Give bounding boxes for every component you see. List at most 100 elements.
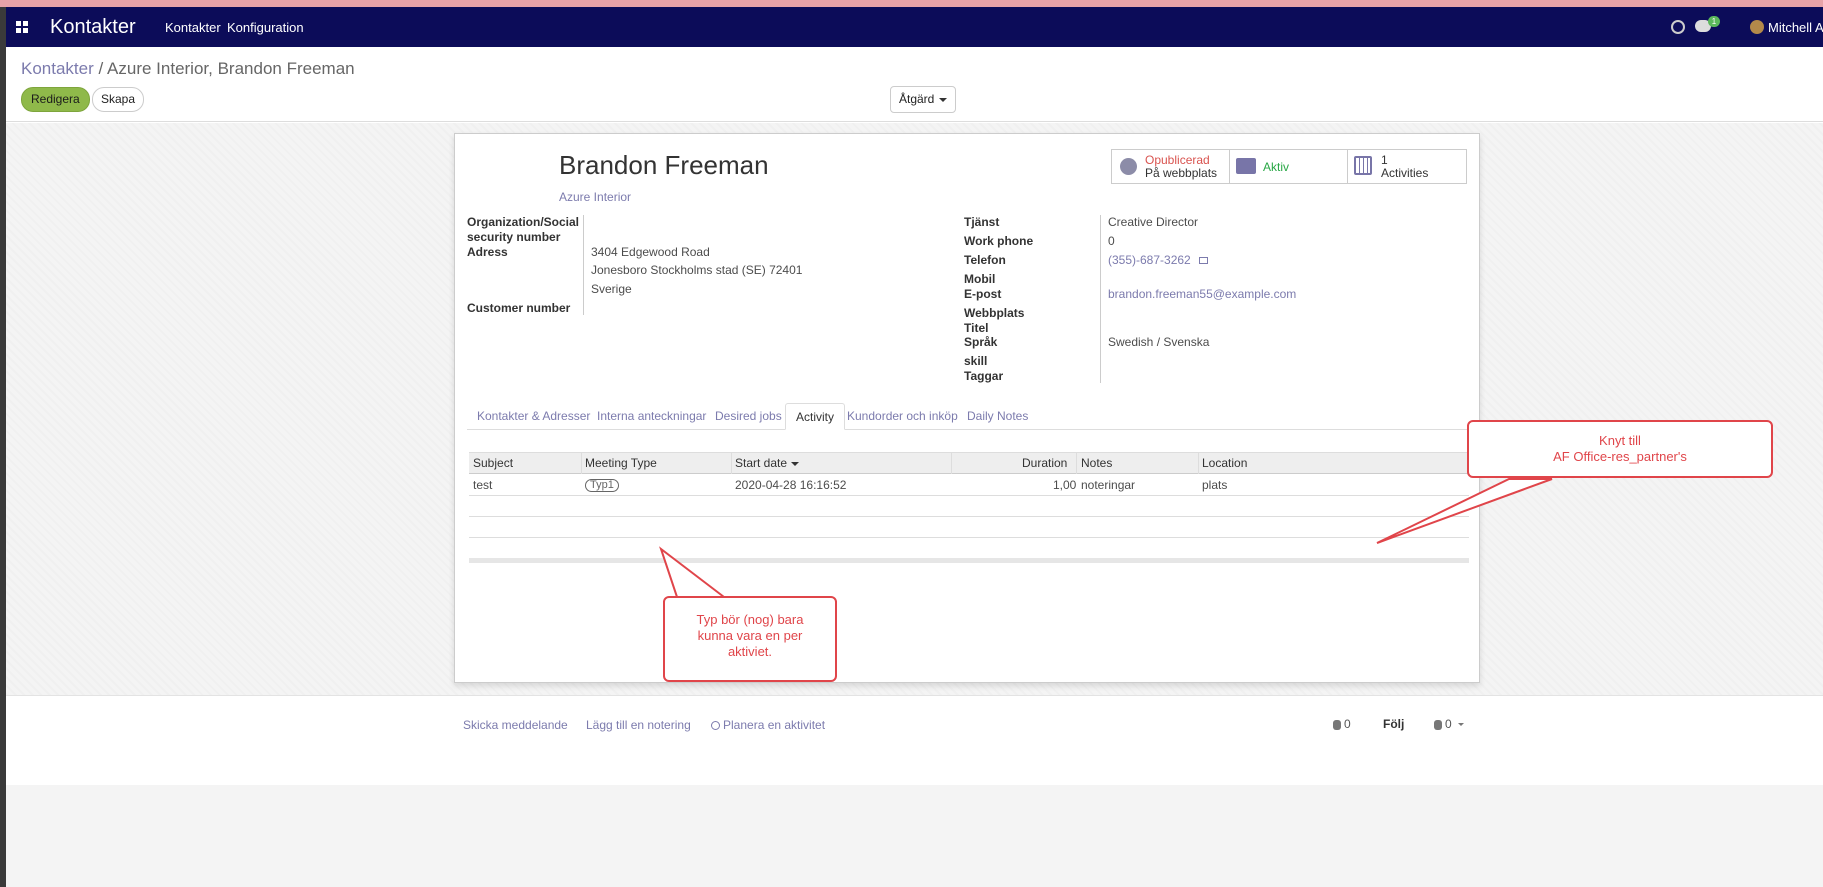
mobile-label: Mobil	[964, 272, 996, 286]
meeting-type-tag: Typ1	[585, 479, 619, 492]
globe-icon	[1120, 158, 1137, 175]
table-row-empty	[469, 496, 1469, 517]
column-start-date-label: Start date	[735, 456, 788, 470]
chatter-messages-area	[6, 785, 1823, 887]
action-dropdown[interactable]: Åtgärd	[890, 86, 957, 113]
active-toggle-button[interactable]: Aktiv	[1230, 150, 1348, 183]
cell-start-date: 2020-04-28 16:16:52	[735, 478, 847, 492]
callout-link-line1: Knyt till	[1599, 433, 1641, 448]
activities-label: Activities	[1381, 166, 1429, 180]
column-divider	[1076, 453, 1077, 474]
edit-button[interactable]: Redigera	[21, 87, 90, 112]
company-link[interactable]: Azure Interior	[559, 190, 631, 204]
callout-type-line3: aktiviet.	[727, 644, 773, 659]
form-sheet: Brandon Freeman Azure Interior Opublicer…	[454, 133, 1480, 683]
activity-clock-icon[interactable]	[1671, 20, 1685, 34]
sms-envelope-icon[interactable]	[1198, 257, 1208, 265]
table-footer	[469, 558, 1469, 563]
title-label: Titel	[964, 321, 989, 335]
create-button[interactable]: Skapa	[92, 87, 145, 112]
column-divider	[951, 453, 952, 474]
schedule-activity-button[interactable]: Planera en aktivitet	[711, 718, 825, 732]
action-label: Åtgärd	[899, 92, 935, 106]
user-avatar[interactable]	[1750, 20, 1764, 34]
schedule-activity-label: Planera en aktivitet	[723, 718, 826, 732]
website-label: På webbplats	[1145, 166, 1218, 180]
browser-top-strip	[0, 0, 1823, 7]
address-street: 3404 Edgewood Road	[591, 245, 710, 259]
callout-link-line2: AF Office-res_partner's	[1553, 449, 1687, 464]
control-panel: Kontakter / Azure Interior, Brandon Free…	[6, 47, 1823, 122]
caret-down-icon	[939, 97, 948, 102]
caret-down-icon	[1457, 723, 1464, 727]
job-label: Tjänst	[964, 215, 1000, 229]
followers-button[interactable]: 0	[1434, 717, 1464, 731]
address-country: Sverige	[591, 282, 632, 296]
tab-desired-jobs[interactable]: Desired jobs	[705, 403, 792, 430]
column-location[interactable]: Location	[1202, 456, 1247, 471]
partner-name: Brandon Freeman	[559, 150, 769, 180]
stat-button-box: Opublicerad På webbplats Aktiv 1 Activit…	[1111, 149, 1467, 184]
activity-table-header: Subject Meeting Type Start date Duration…	[469, 452, 1469, 474]
customer-number-label: Customer number	[467, 301, 571, 315]
callout-type-line2: kunna vara en per	[697, 628, 803, 643]
followers-count: 0	[1445, 717, 1452, 731]
column-duration[interactable]: Duration	[1022, 456, 1067, 471]
table-row-empty	[469, 517, 1469, 538]
tab-kontakter-adresser[interactable]: Kontakter & Adresser	[467, 403, 600, 430]
tab-interna-anteckningar[interactable]: Interna anteckningar	[587, 403, 716, 430]
tags-label: Taggar	[964, 369, 1004, 383]
website-publish-button[interactable]: Opublicerad På webbplats	[1112, 150, 1230, 183]
table-row[interactable]: test Typ1 2020-04-28 16:16:52 1,00 noter…	[469, 475, 1469, 496]
apps-menu-icon[interactable]	[16, 21, 28, 33]
messages-badge: 1	[1708, 16, 1720, 27]
breadcrumb: Kontakter / Azure Interior, Brandon Free…	[21, 59, 355, 79]
cell-duration: 1,00	[1053, 478, 1077, 492]
breadcrumb-current: Azure Interior, Brandon Freeman	[107, 59, 355, 78]
tab-daily-notes[interactable]: Daily Notes	[957, 403, 1038, 430]
attachments-count: 0	[1344, 717, 1351, 731]
notebook-tabs: Kontakter & Adresser Interna anteckninga…	[467, 403, 1469, 430]
user-icon	[1434, 719, 1442, 730]
email-value[interactable]: brandon.freeman55@example.com	[1108, 287, 1296, 302]
app-title: Kontakter	[50, 16, 136, 38]
chatter-bar: Skicka meddelande Lägg till en notering …	[6, 695, 1823, 785]
menu-konfiguration[interactable]: Konfiguration	[227, 20, 304, 35]
phone-value[interactable]: (355)-687-3262	[1108, 253, 1208, 268]
address-city: Jonesboro Stockholms stad (SE) 72401	[591, 263, 803, 277]
cell-subject: test	[473, 478, 493, 492]
menu-kontakter[interactable]: Kontakter	[165, 20, 221, 35]
activities-button[interactable]: 1 Activities	[1348, 150, 1466, 183]
paperclip-icon	[1333, 719, 1341, 730]
left-field-separator	[583, 215, 584, 315]
language-value: Swedish / Svenska	[1108, 335, 1210, 349]
cell-location: plats	[1202, 478, 1228, 492]
column-divider	[731, 453, 732, 474]
active-label: Aktiv	[1263, 160, 1290, 174]
phone-label: Telefon	[964, 253, 1006, 267]
calendar-icon	[1354, 156, 1372, 175]
column-meeting-type[interactable]: Meeting Type	[585, 456, 657, 471]
table-row-empty	[469, 538, 1469, 559]
attachments-button[interactable]: 0	[1333, 717, 1351, 731]
follow-button[interactable]: Följ	[1383, 717, 1404, 731]
archive-icon	[1236, 158, 1256, 174]
tab-activity[interactable]: Activity	[785, 403, 846, 430]
work-phone-label: Work phone	[964, 234, 1034, 248]
column-start-date[interactable]: Start date	[735, 456, 800, 471]
skill-label: skill	[964, 354, 988, 368]
language-label: Språk	[964, 335, 998, 349]
log-note-button[interactable]: Lägg till en notering	[586, 718, 691, 732]
org-number-label-line1: Organization/Social	[467, 215, 580, 229]
send-message-button[interactable]: Skicka meddelande	[463, 718, 568, 732]
sort-desc-icon	[791, 461, 800, 466]
breadcrumb-separator: /	[98, 59, 104, 78]
column-subject[interactable]: Subject	[473, 456, 513, 471]
annotation-callout-type: Typ bör (nog) bara kunna vara en per akt…	[663, 596, 837, 682]
callout-type-line1: Typ bör (nog) bara	[696, 612, 804, 627]
user-menu[interactable]: Mitchell Ad	[1768, 20, 1823, 35]
breadcrumb-parent[interactable]: Kontakter	[21, 59, 94, 78]
phone-number[interactable]: (355)-687-3262	[1108, 253, 1191, 267]
tab-kundorder-inkop[interactable]: Kundorder och inköp	[837, 403, 968, 430]
column-notes[interactable]: Notes	[1081, 456, 1112, 471]
